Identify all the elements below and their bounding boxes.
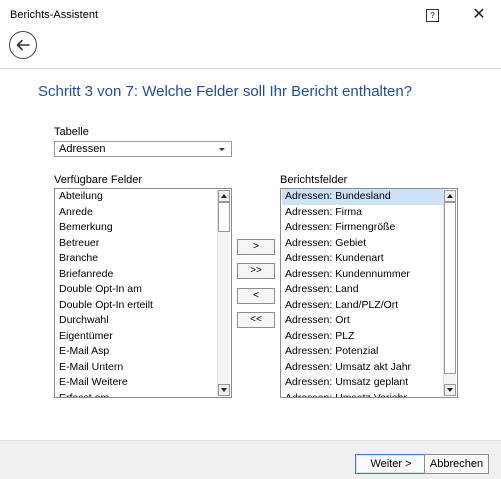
list-item[interactable]: Betreuer	[56, 236, 217, 252]
list-item[interactable]: Adressen: Kundennummer	[282, 267, 443, 283]
list-item[interactable]: Adressen: Umsatz Vorjahr	[282, 391, 443, 398]
list-item[interactable]: Adressen: Bundesland	[282, 189, 443, 205]
header-divider	[0, 68, 501, 69]
report-fields-label: Berichtsfelder	[280, 174, 348, 186]
list-item[interactable]: Adressen: Land	[282, 282, 443, 298]
list-item[interactable]: Bemerkung	[56, 220, 217, 236]
help-button[interactable]: ?	[426, 9, 439, 22]
list-item[interactable]: Adressen: Gebiet	[282, 236, 443, 252]
add-all-fields-button[interactable]: >>	[237, 263, 275, 279]
list-item[interactable]: Adressen: Umsatz geplant	[282, 375, 443, 391]
next-button[interactable]: Weiter >	[355, 454, 427, 474]
scroll-up-icon[interactable]	[444, 190, 456, 202]
list-item[interactable]: E-Mail Weitere	[56, 375, 217, 391]
page-title: Schritt 3 von 7: Welche Felder soll Ihr …	[38, 83, 413, 100]
list-item[interactable]: Adressen: Kundenart	[282, 251, 443, 267]
list-item[interactable]: Erfasst am	[56, 391, 217, 398]
list-item[interactable]: Adressen: Ort	[282, 313, 443, 329]
available-fields-list[interactable]: Abteilung Anrede Bemerkung Betreuer Branche B…	[54, 188, 232, 398]
list-item[interactable]: Briefanrede	[56, 267, 217, 283]
back-arrow-icon	[16, 39, 30, 51]
scroll-thumb[interactable]	[218, 202, 230, 232]
table-select-value: Adressen	[59, 143, 106, 155]
back-button[interactable]	[9, 31, 37, 59]
list-item[interactable]: Adressen: Firma	[282, 205, 443, 221]
list-item[interactable]: Adressen: Land/PLZ/Ort	[282, 298, 443, 314]
scroll-down-icon[interactable]	[444, 384, 456, 396]
list-item[interactable]: Durchwahl	[56, 313, 217, 329]
report-fields-list[interactable]: Adressen: Bundesland Adressen: Firma Adres…	[280, 188, 458, 398]
available-fields-label: Verfügbare Felder	[54, 174, 143, 186]
list-item[interactable]: E-Mail Asp	[56, 344, 217, 360]
available-fields-scrollbar[interactable]	[217, 190, 230, 396]
list-item[interactable]: Abteilung	[56, 189, 217, 205]
cancel-button[interactable]: Abbrechen	[424, 454, 489, 474]
list-item[interactable]: Anrede	[56, 205, 217, 221]
close-button[interactable]: ✕	[468, 5, 490, 25]
chevron-down-icon	[219, 148, 225, 151]
report-fields-scrollbar[interactable]	[443, 190, 456, 396]
title-bar: Berichts-Assistent ? ✕	[0, 0, 501, 32]
scroll-up-icon[interactable]	[218, 190, 230, 202]
list-item[interactable]: Double Opt-In erteilt	[56, 298, 217, 314]
table-select[interactable]: Adressen	[54, 141, 232, 157]
list-item[interactable]: Adressen: Firmengröße	[282, 220, 443, 236]
list-item[interactable]: Adressen: Umsatz akt Jahr	[282, 360, 443, 376]
remove-all-fields-button[interactable]: <<	[237, 312, 275, 328]
remove-field-button[interactable]: <	[237, 288, 275, 304]
list-item[interactable]: Double Opt-In am	[56, 282, 217, 298]
list-item[interactable]: E-Mail Untern	[56, 360, 217, 376]
window-title: Berichts-Assistent	[10, 9, 99, 21]
list-item[interactable]: Branche	[56, 251, 217, 267]
scroll-down-icon[interactable]	[218, 384, 230, 396]
list-item[interactable]: Eigentümer	[56, 329, 217, 345]
add-field-button[interactable]: >	[237, 239, 275, 255]
list-item[interactable]: Adressen: Potenzial	[282, 344, 443, 360]
list-item[interactable]: Adressen: PLZ	[282, 329, 443, 345]
scroll-thumb[interactable]	[444, 202, 456, 374]
table-label: Tabelle	[54, 126, 89, 138]
footer-bar: Weiter > Abbrechen	[0, 440, 501, 479]
